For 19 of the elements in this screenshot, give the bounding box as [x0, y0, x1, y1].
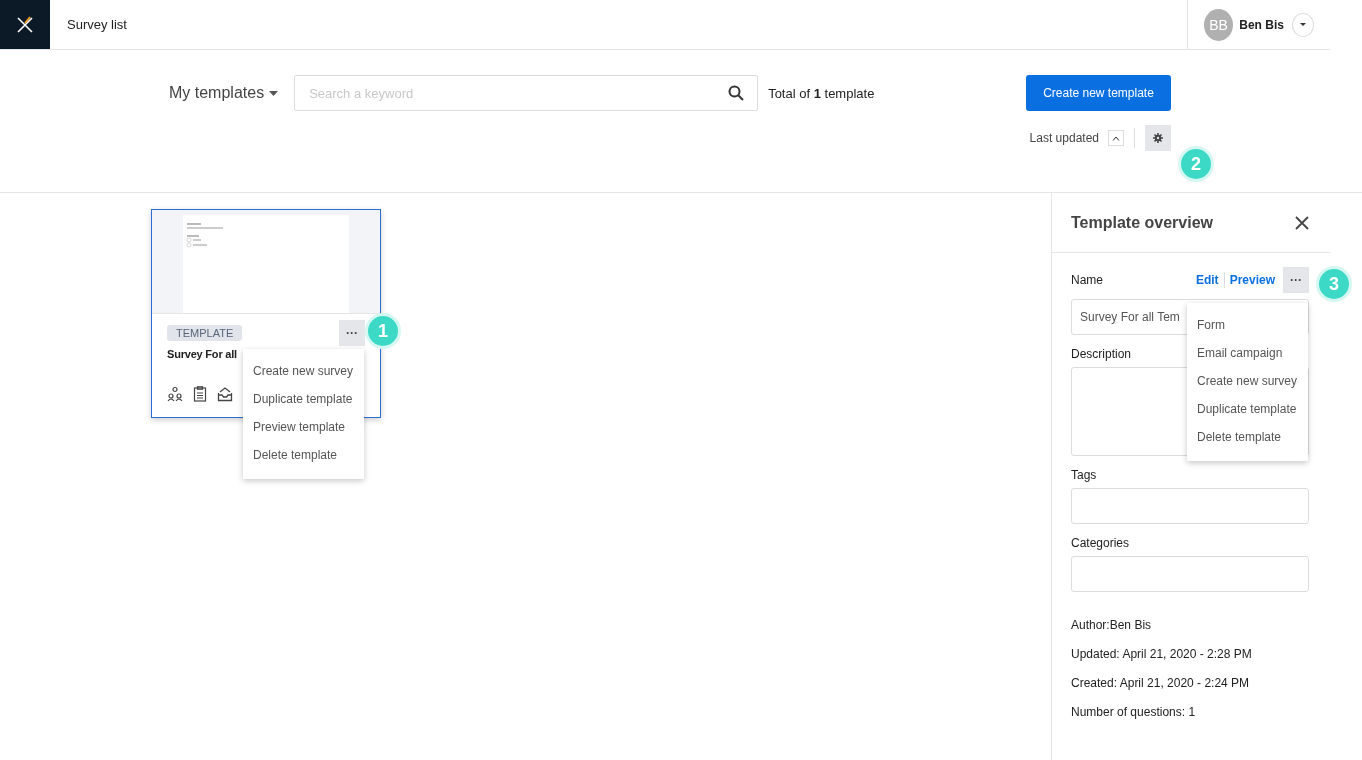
categories-label: Categories	[1071, 536, 1130, 550]
template-count: Total of 1 template	[768, 85, 875, 101]
page-title: Survey list	[67, 17, 127, 32]
panel-title: Template overview	[1071, 213, 1213, 232]
callout-badge: 2	[1181, 149, 1211, 179]
user-name: Ben Bis	[1239, 17, 1284, 32]
user-avatar: BB	[1204, 8, 1234, 41]
sort-label: Last updated	[1029, 131, 1099, 145]
tags-label: Tags	[1071, 468, 1097, 482]
name-label: Name	[1071, 273, 1103, 287]
meta-text: Created: April 21, 2020 - 2:24 PM	[1071, 676, 1251, 692]
callout-badge: 1	[368, 316, 398, 346]
meta-text: Number of questions: 1	[1071, 705, 1197, 721]
meta-text: Updated: April 21, 2020 - 2:28 PM	[1071, 647, 1253, 663]
template-tag: TEMPLATE	[167, 325, 243, 341]
callout-badge: 3	[1319, 269, 1349, 299]
template-title: Survey For all	[167, 348, 238, 360]
meta-text: Author:Ben Bis	[1071, 618, 1153, 634]
description-label: Description	[1071, 347, 1132, 361]
